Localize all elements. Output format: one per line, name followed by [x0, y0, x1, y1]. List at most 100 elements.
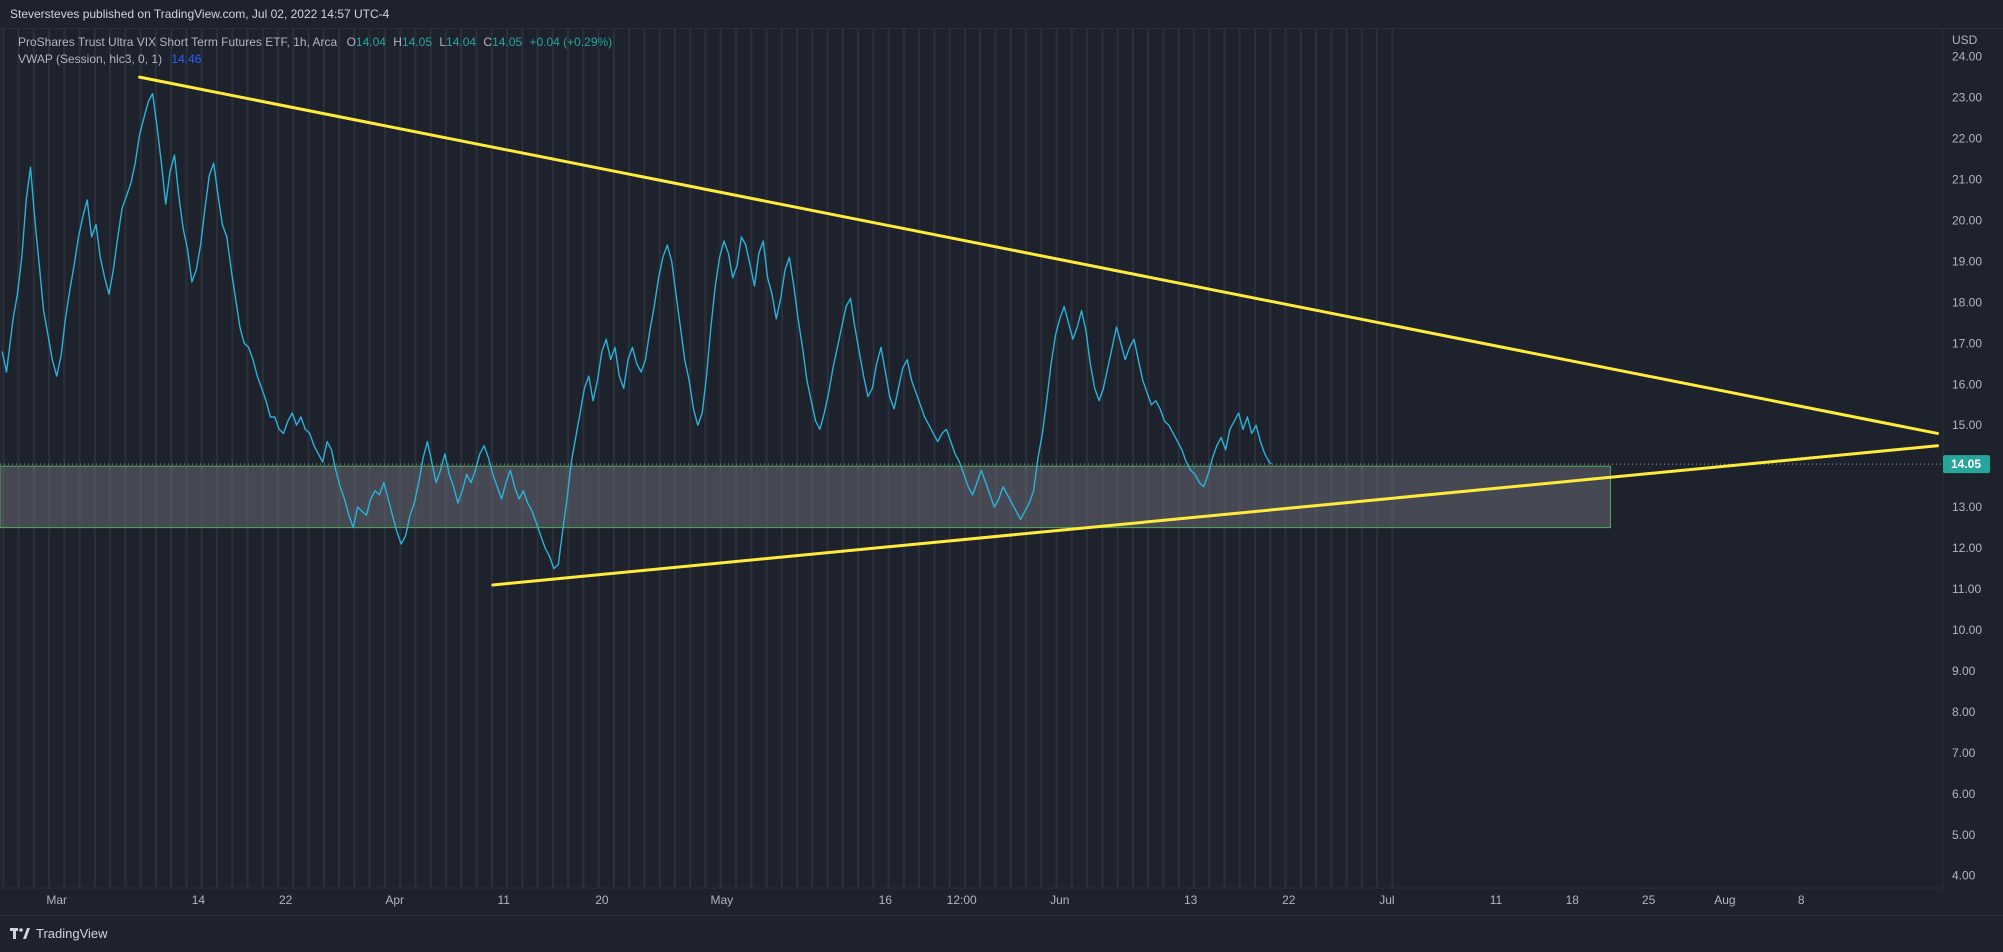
session-bar: [796, 28, 799, 888]
session-bar: [1177, 28, 1180, 888]
session-bar: [704, 28, 707, 888]
x-tick-label: 22: [279, 893, 293, 907]
session-bar: [1162, 28, 1165, 888]
session-bar: [1101, 28, 1104, 888]
published-text: Steversteves published on TradingView.co…: [10, 7, 390, 21]
session-bar: [307, 28, 310, 888]
x-tick-label: 16: [879, 893, 893, 907]
support-zone-group: [0, 465, 1611, 529]
session-bar: [673, 28, 676, 888]
y-tick-label: 6.00: [1952, 787, 1976, 801]
session-bar: [1070, 28, 1073, 888]
chart-background: [0, 0, 2003, 915]
session-bar: [582, 28, 585, 888]
y-tick-label: 20.00: [1952, 213, 1982, 227]
session-bar: [872, 28, 875, 888]
session-bar: [399, 28, 402, 888]
y-tick-label: 10.00: [1952, 623, 1982, 637]
high-label: H: [393, 35, 402, 49]
session-bar: [338, 28, 341, 888]
open-value: 14.04: [355, 35, 386, 49]
session-bar: [1086, 28, 1089, 888]
currency-label: USD: [1952, 33, 1978, 47]
y-tick-label: 4.00: [1952, 869, 1976, 883]
session-bar: [368, 28, 371, 888]
vwap-value: 14.46: [171, 52, 202, 66]
session-bar: [643, 28, 646, 888]
close-value: 14.05: [492, 35, 523, 49]
session-bar: [612, 28, 615, 888]
x-tick-label: 25: [1642, 893, 1656, 907]
session-bar: [994, 28, 997, 888]
session-bar: [933, 28, 936, 888]
x-tick-label: 18: [1566, 893, 1580, 907]
y-tick-label: 7.00: [1952, 746, 1976, 760]
session-bar: [32, 28, 35, 888]
session-bar: [93, 28, 96, 888]
session-bar: [1192, 28, 1195, 888]
x-tick-label: Jul: [1379, 893, 1394, 907]
session-bar: [170, 28, 173, 888]
y-tick-label: 23.00: [1952, 91, 1982, 105]
y-tick-label: 16.00: [1952, 377, 1982, 391]
y-tick-label: 8.00: [1952, 705, 1976, 719]
session-bar: [1299, 28, 1302, 888]
x-tick-label: 11: [1490, 893, 1503, 907]
tradingview-brand[interactable]: TradingView: [10, 926, 108, 941]
x-tick-label: 14: [192, 893, 206, 907]
session-bar: [63, 28, 66, 888]
x-tick-label: May: [710, 893, 733, 907]
session-bar: [1223, 28, 1226, 888]
session-bar: [979, 28, 982, 888]
session-bar: [460, 28, 463, 888]
chart-legend: ProShares Trust Ultra VIX Short Term Fut…: [18, 34, 612, 68]
session-bar: [200, 28, 203, 888]
open-label: O: [346, 35, 356, 49]
y-tick-label: 17.00: [1952, 336, 1982, 350]
session-bar: [215, 28, 219, 888]
y-tick-label: 19.00: [1952, 254, 1982, 268]
session-bar: [124, 28, 127, 888]
x-tick-label: 13: [1184, 893, 1198, 907]
legend-vwap-row: VWAP (Session, hlc3, 0, 1) 14.46: [18, 51, 612, 68]
session-bar: [948, 28, 951, 888]
session-bar: [597, 28, 600, 888]
x-tick-label: Jun: [1050, 893, 1069, 907]
session-bar: [48, 28, 51, 888]
y-tick-label: 12.00: [1952, 541, 1982, 555]
last-price-group: 14.05: [1943, 455, 1990, 474]
support-zone[interactable]: [0, 465, 1611, 529]
session-bar: [231, 28, 234, 888]
session-bar: [1147, 28, 1150, 888]
session-bar: [246, 28, 249, 888]
x-tick-label: Apr: [385, 893, 404, 907]
y-tick-label: 11.00: [1952, 582, 1981, 596]
x-tick-label: 20: [595, 893, 609, 907]
session-bar: [719, 28, 722, 888]
session-bar: [826, 28, 829, 888]
session-bar: [475, 28, 478, 888]
session-bar: [1238, 28, 1241, 888]
session-bar: [505, 28, 509, 888]
session-bar: [734, 28, 738, 888]
x-tick-label: 8: [1798, 893, 1805, 907]
session-bar: [1269, 28, 1272, 888]
close-label: C: [483, 35, 493, 49]
session-bar: [2, 28, 5, 888]
session-bar: [1208, 28, 1211, 888]
session-bar: [887, 28, 890, 888]
session-bar: [1376, 28, 1379, 888]
price-chart[interactable]: USD 24.00 23.00 22.00 21.00 20.00 19.00 18.00 17…: [0, 0, 2003, 915]
session-bar: [276, 28, 280, 888]
session-bar: [261, 28, 264, 888]
session-bar: [109, 28, 112, 888]
session-bar: [750, 28, 753, 888]
session-bar: [1284, 28, 1287, 888]
vwap-label[interactable]: VWAP (Session, hlc3, 0, 1): [18, 52, 162, 66]
x-tick-label: 22: [1282, 893, 1296, 907]
session-bar: [902, 28, 905, 888]
session-bar: [1009, 28, 1012, 888]
session-bar: [17, 28, 20, 888]
session-bar: [857, 28, 860, 888]
symbol-description[interactable]: ProShares Trust Ultra VIX Short Term Fut…: [18, 35, 337, 49]
